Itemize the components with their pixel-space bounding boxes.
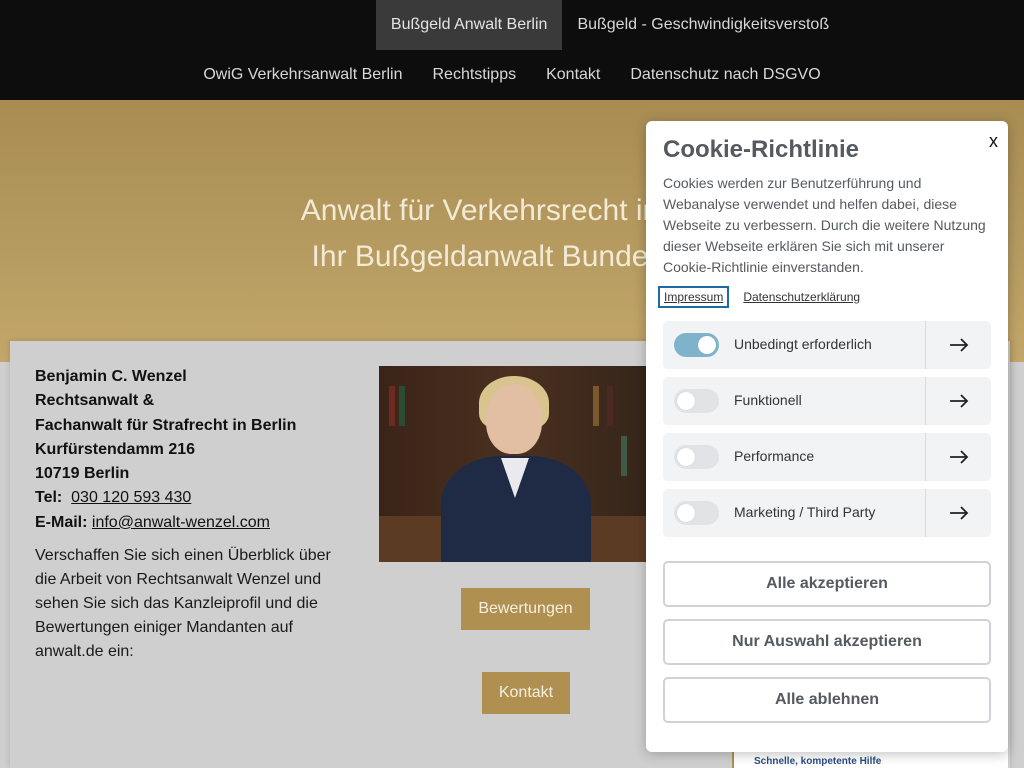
lawyer-title-1: Rechtsanwalt & [35,392,155,410]
top-navigation: Bußgeld Anwalt Berlin Bußgeld - Geschwin… [0,0,1024,100]
toggle-knob [677,448,695,466]
close-icon[interactable]: x [989,131,998,152]
book [621,436,627,476]
lawyer-title-2: Fachanwalt für Strafrecht in Berlin [35,416,297,434]
toggle-performance[interactable] [674,445,719,469]
book [389,386,395,426]
cookie-links: Impressum Datenschutzerklärung [658,286,864,308]
lawyer-name: Benjamin C. Wenzel [35,368,187,385]
address-street: Kurfürstendamm 216 [35,440,196,458]
reviews-button[interactable]: Bewertungen [461,588,590,630]
address-city: 10719 Berlin [35,465,130,483]
nav-item-datenschutz[interactable]: Datenschutz nach DSGVO [615,50,835,100]
datenschutz-link[interactable]: Datenschutzerklärung [739,288,864,306]
arrow-right-icon[interactable] [925,489,991,537]
category-row-performance: Performance [663,433,991,481]
book [593,386,599,426]
toggle-necessary[interactable] [674,333,719,357]
toggle-knob [677,392,695,410]
accept-selection-button[interactable]: Nur Auswahl akzeptieren [663,619,991,665]
contact-button[interactable]: Kontakt [482,672,570,714]
accept-all-button[interactable]: Alle akzeptieren [663,561,991,607]
nav-item-rechtstipps[interactable]: Rechtstipps [418,50,532,100]
category-label-functional: Funktionell [734,392,802,408]
toggle-marketing[interactable] [674,501,719,525]
book [607,386,613,426]
phone-link[interactable]: 030 120 593 430 [71,489,191,506]
book [399,386,405,426]
nav-item-bussgeld-anwalt[interactable]: Bußgeld Anwalt Berlin [375,0,563,50]
arrow-right-icon[interactable] [925,377,991,425]
intro-text: Verschaffen Sie sich einen Überblick übe… [35,547,331,660]
nav-item-geschwindigkeit[interactable]: Bußgeld - Geschwindigkeitsverstoß [562,0,844,50]
category-label-performance: Performance [734,448,815,464]
impressum-link[interactable]: Impressum [658,286,730,308]
cookie-text: Cookies werden zur Benutzerführung und W… [663,175,986,275]
nav-row-secondary: OwiG Verkehrsanwalt Berlin Rechtstipps K… [0,50,1024,100]
contact-block: Benjamin C. Wenzel Rechtsanwalt & Fachan… [35,365,355,535]
email-label: E-Mail: [35,513,88,531]
reject-all-button[interactable]: Alle ablehnen [663,677,991,723]
sidebar-note[interactable]: Schnelle, kompetente Hilfe [754,756,881,767]
category-row-functional: Funktionell [663,377,991,425]
email-link[interactable]: info@anwalt-wenzel.com [92,514,270,531]
category-label-marketing: Marketing / Third Party [734,504,876,520]
toggle-knob [677,504,695,522]
category-row-necessary: Unbedingt erforderlich [663,321,991,369]
toggle-functional[interactable] [674,389,719,413]
person-head [486,384,542,454]
phone-label: Tel: [35,489,63,507]
nav-item-owig[interactable]: OwiG Verkehrsanwalt Berlin [188,50,417,100]
category-row-marketing: Marketing / Third Party [663,489,991,537]
email-line: E-Mail: info@anwalt-wenzel.com [35,511,355,535]
nav-item-kontakt[interactable]: Kontakt [531,50,615,100]
nav-row-primary: Bußgeld Anwalt Berlin Bußgeld - Geschwin… [0,0,1024,50]
toggle-knob [698,336,716,354]
arrow-right-icon[interactable] [925,433,991,481]
phone-line: Tel: 030 120 593 430 [35,486,355,510]
category-label-necessary: Unbedingt erforderlich [734,336,872,352]
cookie-dialog: x Cookie-Richtlinie Cookies werden zur B… [646,121,1008,752]
lawyer-portrait [379,366,649,562]
arrow-right-icon[interactable] [925,321,991,369]
cookie-title: Cookie-Richtlinie [663,136,860,163]
